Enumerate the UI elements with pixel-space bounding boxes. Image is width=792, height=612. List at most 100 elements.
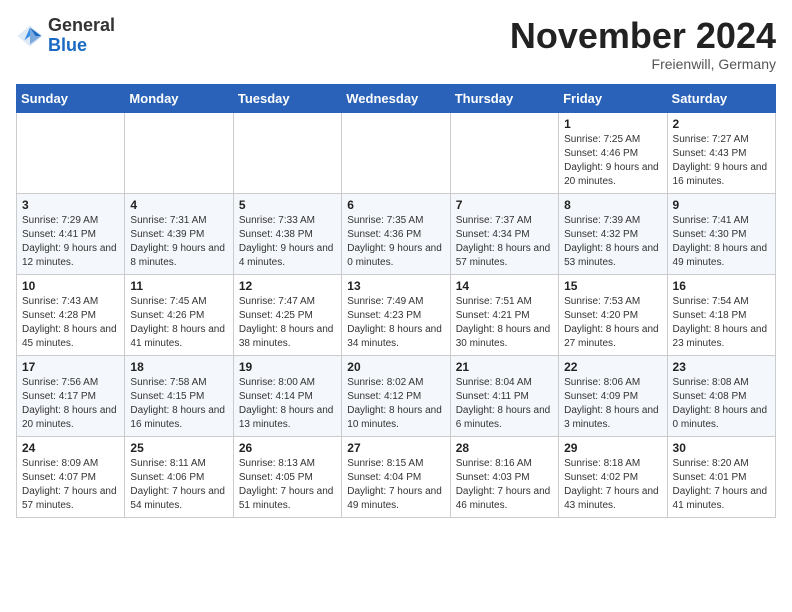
calendar-cell: 19Sunrise: 8:00 AMSunset: 4:14 PMDayligh… xyxy=(233,355,341,436)
location: Freienwill, Germany xyxy=(510,56,776,72)
calendar-cell: 22 Sunrise: 8:06 AMSunset: 4:09 PMDayligh… xyxy=(559,355,667,436)
day-info: Sunrise: 8:11 AMSunset: 4:06 PMDaylight:… xyxy=(130,457,227,513)
day-number: 30 xyxy=(673,441,770,455)
calendar-cell: 11 Sunrise: 7:45 AMSunset: 4:26 PMDayligh… xyxy=(125,274,233,355)
calendar-cell: 6Sunrise: 7:35 AMSunset: 4:36 PMDaylight… xyxy=(342,193,450,274)
calendar-cell: 17 Sunrise: 7:56 AMSunset: 4:17 PMDayligh… xyxy=(17,355,125,436)
day-number: 1 xyxy=(564,117,661,131)
calendar-cell xyxy=(450,112,558,193)
day-info: Sunrise: 8:09 AMSunset: 4:07 PMDaylight:… xyxy=(22,457,119,513)
calendar-cell: 13Sunrise: 7:49 AMSunset: 4:23 PMDayligh… xyxy=(342,274,450,355)
day-number: 5 xyxy=(239,198,336,212)
day-info: Sunrise: 7:47 AMSunset: 4:25 PMDaylight:… xyxy=(239,295,336,351)
calendar-cell: 7Sunrise: 7:37 AMSunset: 4:34 PMDaylight… xyxy=(450,193,558,274)
day-info: Sunrise: 7:39 AMSunset: 4:32 PMDaylight:… xyxy=(564,214,661,270)
day-info: Sunrise: 7:49 AMSunset: 4:23 PMDaylight:… xyxy=(347,295,444,351)
day-number: 15 xyxy=(564,279,661,293)
day-number: 14 xyxy=(456,279,553,293)
day-info: Sunrise: 7:33 AMSunset: 4:38 PMDaylight:… xyxy=(239,214,336,270)
calendar-cell: 26Sunrise: 8:13 AMSunset: 4:05 PMDayligh… xyxy=(233,436,341,517)
day-number: 17 xyxy=(22,360,119,374)
day-info: Sunrise: 8:13 AMSunset: 4:05 PMDaylight:… xyxy=(239,457,336,513)
day-number: 27 xyxy=(347,441,444,455)
calendar-cell: 24 Sunrise: 8:09 AMSunset: 4:07 PMDayligh… xyxy=(17,436,125,517)
calendar-cell: 1 Sunrise: 7:25 AMSunset: 4:46 PMDaylight… xyxy=(559,112,667,193)
day-number: 16 xyxy=(673,279,770,293)
calendar-week-row: 1 Sunrise: 7:25 AMSunset: 4:46 PMDaylight… xyxy=(17,112,776,193)
day-number: 20 xyxy=(347,360,444,374)
day-info: Sunrise: 8:06 AMSunset: 4:09 PMDaylight:… xyxy=(564,376,661,432)
day-info: Sunrise: 7:41 AMSunset: 4:30 PMDaylight:… xyxy=(673,214,770,270)
calendar-week-row: 10Sunrise: 7:43 AMSunset: 4:28 PMDayligh… xyxy=(17,274,776,355)
calendar: SundayMondayTuesdayWednesdayThursdayFrid… xyxy=(16,84,776,518)
day-number: 28 xyxy=(456,441,553,455)
day-info: Sunrise: 7:56 AMSunset: 4:17 PMDaylight:… xyxy=(22,376,119,432)
day-number: 11 xyxy=(130,279,227,293)
day-number: 24 xyxy=(22,441,119,455)
day-number: 6 xyxy=(347,198,444,212)
page-header: General Blue November 2024 Freienwill, G… xyxy=(16,16,776,72)
day-info: Sunrise: 8:16 AMSunset: 4:03 PMDaylight:… xyxy=(456,457,553,513)
day-info: Sunrise: 7:29 AMSunset: 4:41 PMDaylight:… xyxy=(22,214,119,270)
day-number: 12 xyxy=(239,279,336,293)
day-info: Sunrise: 8:18 AMSunset: 4:02 PMDaylight:… xyxy=(564,457,661,513)
day-info: Sunrise: 7:25 AMSunset: 4:46 PMDaylight:… xyxy=(564,133,661,189)
weekday-header: Saturday xyxy=(667,84,775,112)
calendar-cell: 23Sunrise: 8:08 AMSunset: 4:08 PMDayligh… xyxy=(667,355,775,436)
day-info: Sunrise: 8:08 AMSunset: 4:08 PMDaylight:… xyxy=(673,376,770,432)
weekday-header-row: SundayMondayTuesdayWednesdayThursdayFrid… xyxy=(17,84,776,112)
day-info: Sunrise: 8:15 AMSunset: 4:04 PMDaylight:… xyxy=(347,457,444,513)
calendar-week-row: 17 Sunrise: 7:56 AMSunset: 4:17 PMDayligh… xyxy=(17,355,776,436)
day-info: Sunrise: 7:51 AMSunset: 4:21 PMDaylight:… xyxy=(456,295,553,351)
calendar-cell xyxy=(125,112,233,193)
calendar-cell: 25 Sunrise: 8:11 AMSunset: 4:06 PMDayligh… xyxy=(125,436,233,517)
day-number: 19 xyxy=(239,360,336,374)
logo-blue: Blue xyxy=(48,36,115,56)
calendar-cell: 5 Sunrise: 7:33 AMSunset: 4:38 PMDaylight… xyxy=(233,193,341,274)
logo: General Blue xyxy=(16,16,115,56)
calendar-cell: 3 Sunrise: 7:29 AMSunset: 4:41 PMDaylight… xyxy=(17,193,125,274)
weekday-header: Friday xyxy=(559,84,667,112)
day-info: Sunrise: 7:45 AMSunset: 4:26 PMDaylight:… xyxy=(130,295,227,351)
calendar-cell: 18 Sunrise: 7:58 AMSunset: 4:15 PMDayligh… xyxy=(125,355,233,436)
day-number: 29 xyxy=(564,441,661,455)
calendar-cell: 9Sunrise: 7:41 AMSunset: 4:30 PMDaylight… xyxy=(667,193,775,274)
calendar-cell: 4Sunrise: 7:31 AMSunset: 4:39 PMDaylight… xyxy=(125,193,233,274)
calendar-cell: 20 Sunrise: 8:02 AMSunset: 4:12 PMDayligh… xyxy=(342,355,450,436)
calendar-cell xyxy=(17,112,125,193)
day-number: 4 xyxy=(130,198,227,212)
day-info: Sunrise: 7:27 AMSunset: 4:43 PMDaylight:… xyxy=(673,133,770,189)
weekday-header: Sunday xyxy=(17,84,125,112)
title-block: November 2024 Freienwill, Germany xyxy=(510,16,776,72)
logo-general: General xyxy=(48,16,115,36)
logo-icon xyxy=(16,22,44,50)
weekday-header: Tuesday xyxy=(233,84,341,112)
month-title: November 2024 xyxy=(510,16,776,56)
day-number: 8 xyxy=(564,198,661,212)
day-info: Sunrise: 7:58 AMSunset: 4:15 PMDaylight:… xyxy=(130,376,227,432)
calendar-cell: 2 Sunrise: 7:27 AMSunset: 4:43 PMDaylight… xyxy=(667,112,775,193)
calendar-week-row: 3 Sunrise: 7:29 AMSunset: 4:41 PMDaylight… xyxy=(17,193,776,274)
calendar-cell: 16 Sunrise: 7:54 AMSunset: 4:18 PMDayligh… xyxy=(667,274,775,355)
day-number: 21 xyxy=(456,360,553,374)
calendar-cell: 15 Sunrise: 7:53 AMSunset: 4:20 PMDayligh… xyxy=(559,274,667,355)
calendar-week-row: 24 Sunrise: 8:09 AMSunset: 4:07 PMDayligh… xyxy=(17,436,776,517)
calendar-cell xyxy=(233,112,341,193)
day-number: 25 xyxy=(130,441,227,455)
calendar-cell: 10Sunrise: 7:43 AMSunset: 4:28 PMDayligh… xyxy=(17,274,125,355)
day-info: Sunrise: 8:04 AMSunset: 4:11 PMDaylight:… xyxy=(456,376,553,432)
day-number: 22 xyxy=(564,360,661,374)
day-number: 2 xyxy=(673,117,770,131)
day-number: 18 xyxy=(130,360,227,374)
day-number: 3 xyxy=(22,198,119,212)
calendar-cell: 14 Sunrise: 7:51 AMSunset: 4:21 PMDayligh… xyxy=(450,274,558,355)
day-info: Sunrise: 7:54 AMSunset: 4:18 PMDaylight:… xyxy=(673,295,770,351)
calendar-cell: 29 Sunrise: 8:18 AMSunset: 4:02 PMDayligh… xyxy=(559,436,667,517)
calendar-cell: 30Sunrise: 8:20 AMSunset: 4:01 PMDayligh… xyxy=(667,436,775,517)
calendar-cell: 8 Sunrise: 7:39 AMSunset: 4:32 PMDaylight… xyxy=(559,193,667,274)
calendar-cell xyxy=(342,112,450,193)
calendar-cell: 27 Sunrise: 8:15 AMSunset: 4:04 PMDayligh… xyxy=(342,436,450,517)
day-info: Sunrise: 7:53 AMSunset: 4:20 PMDaylight:… xyxy=(564,295,661,351)
day-number: 7 xyxy=(456,198,553,212)
day-info: Sunrise: 8:02 AMSunset: 4:12 PMDaylight:… xyxy=(347,376,444,432)
